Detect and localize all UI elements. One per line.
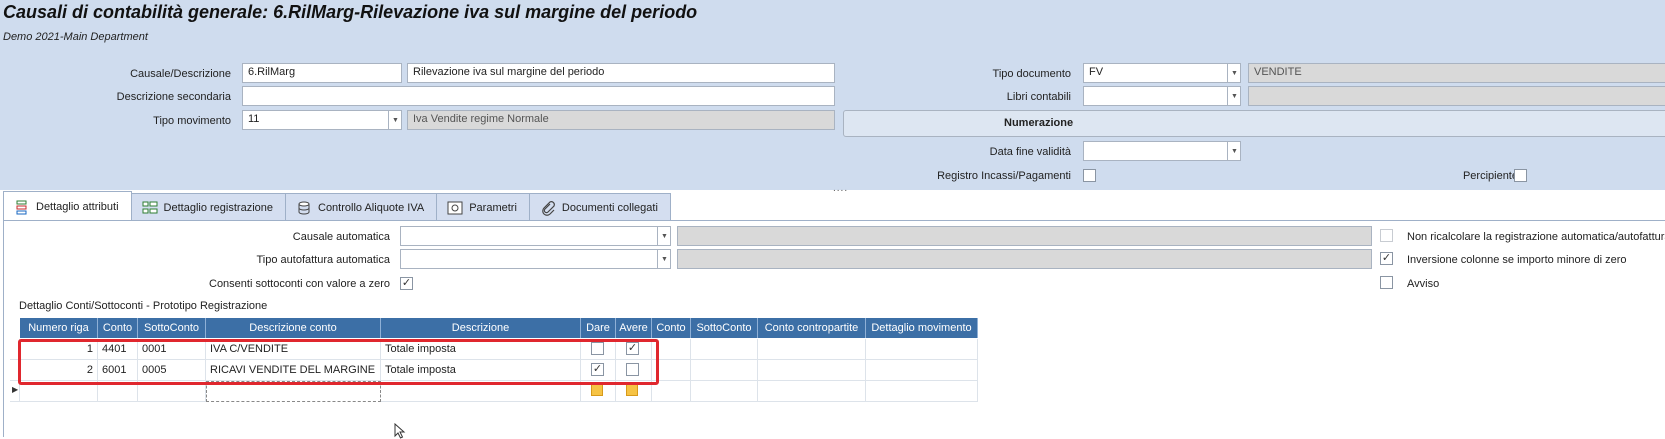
inversione-checkbox[interactable]: ✓ [1380, 252, 1393, 265]
causale-automatica-label: Causale automatica [292, 231, 390, 243]
avviso-checkbox[interactable] [1380, 276, 1393, 289]
cell-sottoconto-2[interactable] [691, 339, 758, 360]
percipiente-label: Percipiente [1462, 170, 1518, 182]
consenti-label: Consenti sottoconti con valore a zero [209, 278, 390, 290]
col-conto[interactable]: Conto [98, 318, 138, 338]
chevron-down-icon[interactable]: ▼ [657, 227, 670, 245]
desc-secondaria-field[interactable] [242, 86, 835, 106]
dare-checkbox[interactable] [591, 384, 603, 396]
col-dettaglio-movimento[interactable]: Dettaglio movimento [866, 318, 978, 338]
percipiente-checkbox[interactable] [1514, 169, 1527, 182]
tab-label: Controllo Aliquote IVA [318, 201, 425, 214]
inversione-label: Inversione colonne se importo minore di … [1407, 254, 1627, 266]
col-dare[interactable]: Dare [581, 318, 616, 338]
cell-dettaglio-movimento[interactable] [866, 339, 978, 360]
col-conto-2[interactable]: Conto [652, 318, 691, 338]
causale-code-field[interactable]: 6.RilMarg [242, 63, 402, 83]
cell-conto-contropartite[interactable] [758, 381, 866, 402]
paperclip-icon [542, 200, 555, 216]
highlight-box [18, 339, 659, 385]
tab-label: Dettaglio registrazione [163, 201, 273, 214]
tipo-movimento-desc: Iva Vendite regime Normale [407, 110, 835, 130]
tab-dettaglio-attributi[interactable]: Dettaglio attributi [3, 191, 132, 221]
col-sottoconto[interactable]: SottoConto [138, 318, 206, 338]
page-subtitle: Demo 2021-Main Department [3, 31, 148, 43]
tipo-documento-value: FV [1089, 66, 1104, 78]
chevron-down-icon[interactable]: ▼ [657, 250, 670, 268]
tab-label: Parametri [469, 201, 517, 214]
chevron-down-icon[interactable]: ▼ [1227, 64, 1240, 82]
splitter-handle[interactable]: .... [833, 183, 848, 194]
desc-secondaria-label: Descrizione secondaria [116, 91, 231, 103]
tab-documenti-collegati[interactable]: Documenti collegati [528, 193, 671, 221]
causale-label: Causale/Descrizione [130, 68, 231, 80]
cell-dettaglio-movimento[interactable] [866, 381, 978, 402]
tab-parametri[interactable]: Parametri [436, 193, 530, 221]
registro-label: Registro Incassi/Pagamenti [937, 170, 1071, 182]
col-avere[interactable]: Avere [616, 318, 652, 338]
tipo-documento-combo[interactable]: FV ▼ [1083, 63, 1241, 83]
consenti-checkbox[interactable]: ✓ [400, 277, 413, 290]
tab-label: Dettaglio attributi [36, 200, 119, 213]
numerazione-section: Numerazione [843, 110, 1665, 137]
causale-automatica-desc [677, 226, 1372, 246]
col-descrizione-conto[interactable]: Descrizione conto [206, 318, 381, 338]
tipo-movimento-label: Tipo movimento [153, 115, 231, 127]
libri-contabili-desc [1248, 86, 1665, 106]
tab-label: Documenti collegati [561, 201, 658, 214]
coins-icon [298, 201, 310, 215]
grid-icon [142, 201, 158, 213]
tab-bar: Dettaglio attributi Dettaglio registrazi… [3, 191, 671, 221]
tipo-autofattura-desc [677, 249, 1372, 269]
col-descrizione[interactable]: Descrizione [381, 318, 581, 338]
data-fine-label: Data fine validità [989, 146, 1071, 158]
causale-desc-field[interactable]: Rilevazione iva sul margine del periodo [407, 63, 835, 83]
cell-dettaglio-movimento[interactable] [866, 360, 978, 381]
page-title: Causali di contabilità generale: 6.RilMa… [3, 2, 698, 22]
chevron-down-icon[interactable]: ▼ [1227, 87, 1240, 105]
col-conto-contropartite[interactable]: Conto contropartite [758, 318, 866, 338]
causale-automatica-combo[interactable]: ▼ [400, 226, 671, 246]
tab-dettaglio-registrazione[interactable]: Dettaglio registrazione [130, 193, 286, 221]
attributes-icon [16, 200, 27, 214]
registro-checkbox[interactable] [1083, 169, 1096, 182]
cell-sottoconto-2[interactable] [691, 381, 758, 402]
new-row-indicator: ▶ [12, 385, 19, 394]
grid-header: Numero riga Conto SottoConto Descrizione… [20, 318, 978, 338]
cell-conto-contropartite[interactable] [758, 339, 866, 360]
col-numero-riga[interactable]: Numero riga [20, 318, 98, 338]
grid-caption: Dettaglio Conti/Sottoconti - Prototipo R… [19, 300, 268, 312]
cell-conto-contropartite[interactable] [758, 360, 866, 381]
non-ricalcolare-checkbox[interactable] [1380, 229, 1393, 242]
libri-contabili-combo[interactable]: ▼ [1083, 86, 1241, 106]
tab-controllo-aliquote[interactable]: Controllo Aliquote IVA [285, 193, 438, 221]
tipo-autofattura-combo[interactable]: ▼ [400, 249, 671, 269]
data-fine-field[interactable]: ▼ [1083, 141, 1241, 161]
cell-sottoconto-2[interactable] [691, 360, 758, 381]
libri-contabili-label: Libri contabili [1006, 91, 1071, 103]
avere-checkbox[interactable] [626, 384, 638, 396]
avviso-label: Avviso [1407, 278, 1440, 290]
tipo-documento-label: Tipo documento [992, 68, 1071, 80]
parameters-icon [447, 201, 463, 214]
col-sottoconto-2[interactable]: SottoConto [691, 318, 758, 338]
tipo-autofattura-label: Tipo autofattura automatica [256, 254, 390, 266]
non-ricalcolare-label: Non ricalcolare la registrazione automat… [1407, 231, 1665, 243]
tipo-movimento-value: 11 [248, 113, 260, 125]
tipo-movimento-combo[interactable]: 11 ▼ [242, 110, 402, 130]
chevron-down-icon[interactable]: ▼ [388, 111, 401, 129]
tipo-documento-desc: VENDITE [1248, 63, 1665, 83]
chevron-down-icon[interactable]: ▼ [1227, 142, 1240, 160]
